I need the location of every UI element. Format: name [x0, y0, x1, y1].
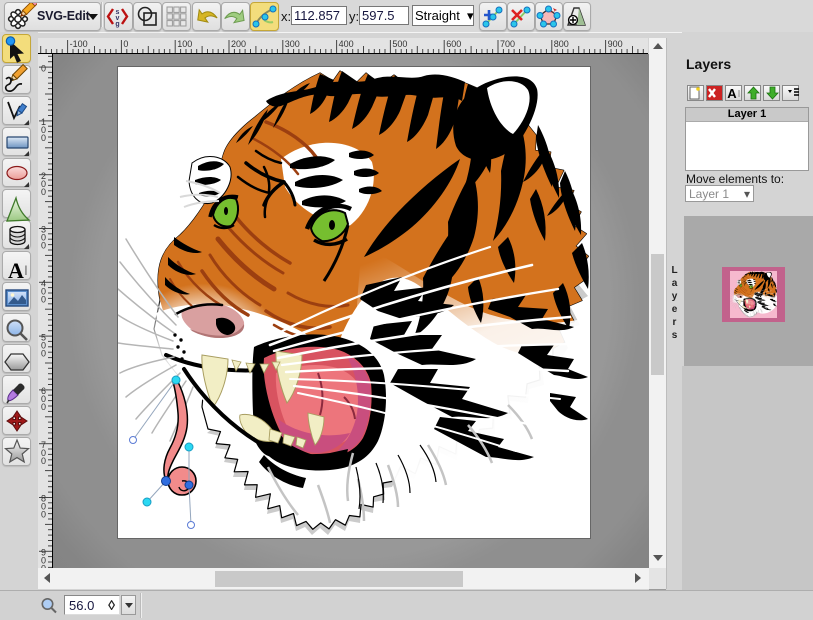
svg-text:900: 900: [608, 39, 623, 49]
svg-text:800: 800: [554, 39, 569, 49]
svg-text:600: 600: [446, 39, 461, 49]
svg-text:0: 0: [41, 295, 46, 305]
svg-text:0: 0: [41, 241, 46, 251]
svg-text:0: 0: [41, 510, 46, 520]
svg-text:g: g: [115, 21, 119, 28]
svg-text:300: 300: [285, 39, 300, 49]
svg-text:I: I: [738, 89, 741, 100]
svg-text:A: A: [727, 86, 737, 101]
svg-text:0: 0: [41, 187, 46, 197]
svg-text:0: 0: [41, 456, 46, 466]
svg-text:0: 0: [41, 63, 46, 73]
svg-text:0: 0: [123, 39, 128, 49]
svg-text:0: 0: [41, 402, 46, 412]
svg-text:-100: -100: [70, 39, 88, 49]
svg-text:200: 200: [231, 39, 246, 49]
svg-text:700: 700: [500, 39, 515, 49]
svg-text:100: 100: [177, 39, 192, 49]
svg-text:0: 0: [41, 133, 46, 143]
svg-text:400: 400: [339, 39, 354, 49]
svg-text:500: 500: [392, 39, 407, 49]
svg-text:0: 0: [41, 348, 46, 358]
